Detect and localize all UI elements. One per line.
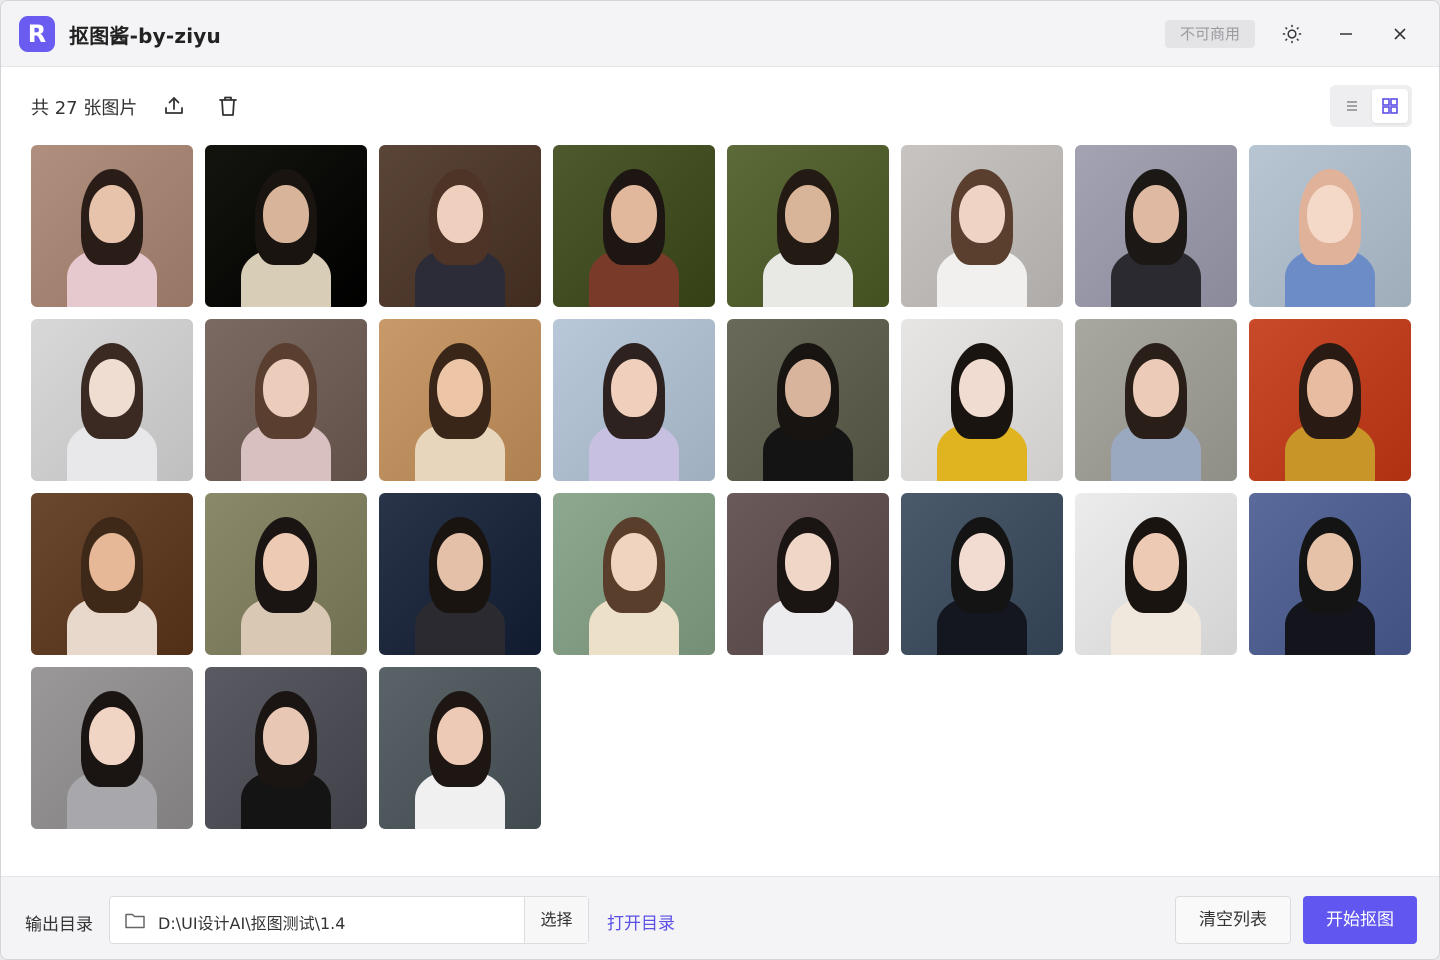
minimize-icon [1340,33,1352,35]
export-button[interactable] [161,93,187,119]
photo-figure-face [1307,185,1353,243]
grid-icon [1382,98,1398,114]
photo-figure-face [1133,359,1179,417]
photo-figure-face [959,533,1005,591]
photo-figure-face [263,359,309,417]
image-thumbnail[interactable] [901,319,1063,481]
image-thumbnail[interactable] [1249,319,1411,481]
close-icon [1394,28,1406,40]
view-mode-toggle [1330,85,1412,127]
image-thumbnail[interactable] [553,493,715,655]
grid-view-button[interactable] [1372,89,1408,123]
close-button[interactable] [1385,19,1415,49]
choose-dir-button[interactable]: 选择 [524,897,588,943]
delete-button[interactable] [215,93,241,119]
photo-figure-face [611,533,657,591]
photo-figure-face [263,533,309,591]
photo-figure-face [785,533,831,591]
image-thumbnail[interactable] [379,319,541,481]
image-thumbnail[interactable] [379,145,541,307]
image-thumbnail[interactable] [31,319,193,481]
photo-figure-face [611,359,657,417]
photo-figure-face [437,533,483,591]
image-thumbnail[interactable] [901,145,1063,307]
photo-figure-face [89,707,135,765]
image-thumbnail[interactable] [205,667,367,829]
image-thumbnail[interactable] [205,145,367,307]
photo-figure-face [785,185,831,243]
photo-figure-face [437,185,483,243]
photo-figure-face [959,185,1005,243]
image-thumbnail[interactable] [727,319,889,481]
image-thumbnail[interactable] [205,319,367,481]
app-title: 抠图酱-by-ziyu [69,24,221,48]
image-thumbnail[interactable] [1075,319,1237,481]
footer-bar: 输出目录 D:\UI设计AI\抠图测试\1.4 选择 打开目录 清空列表 开始抠… [1,876,1439,959]
image-thumbnail[interactable] [1249,493,1411,655]
list-view-button[interactable] [1334,89,1370,123]
photo-figure-face [263,707,309,765]
upload-icon [165,97,183,114]
app-logo: R [19,16,55,52]
photo-figure-face [785,359,831,417]
image-thumbnail[interactable] [727,145,889,307]
photo-figure-face [89,185,135,243]
theme-toggle-button[interactable] [1277,19,1307,49]
image-thumbnail[interactable] [31,667,193,829]
photo-figure-face [611,185,657,243]
image-thumbnail[interactable] [553,145,715,307]
sun-icon [1282,24,1302,44]
image-thumbnail[interactable] [1249,145,1411,307]
image-thumbnail[interactable] [379,493,541,655]
image-thumbnail[interactable] [205,493,367,655]
title-bar: R 抠图酱-by-ziyu 不可商用 [1,1,1439,67]
start-matting-button[interactable]: 开始抠图 [1303,896,1417,944]
image-thumbnail[interactable] [1075,493,1237,655]
app-window: R 抠图酱-by-ziyu 不可商用 共 27 张图片 输出目录 D:\UI设计… [0,0,1440,960]
photo-figure-face [89,533,135,591]
minimize-button[interactable] [1331,19,1361,49]
photo-figure-face [1133,185,1179,243]
trash-icon [219,96,237,116]
output-path-field[interactable]: D:\UI设计AI\抠图测试\1.4 选择 [109,896,589,944]
photo-figure-face [437,707,483,765]
output-dir-label: 输出目录 [25,915,93,935]
image-thumbnail[interactable] [901,493,1063,655]
clear-list-button[interactable]: 清空列表 [1175,896,1291,944]
image-grid [31,145,1411,829]
image-thumbnail[interactable] [31,145,193,307]
photo-figure-face [1307,359,1353,417]
photo-figure-face [959,359,1005,417]
photo-figure-face [437,359,483,417]
photo-figure-face [1133,533,1179,591]
image-thumbnail[interactable] [31,493,193,655]
image-thumbnail[interactable] [379,667,541,829]
list-icon [1347,101,1357,111]
photo-figure-face [89,359,135,417]
image-thumbnail[interactable] [1075,145,1237,307]
image-thumbnail[interactable] [553,319,715,481]
image-count: 共 27 张图片 [31,98,138,119]
photo-figure-face [263,185,309,243]
output-path-value: D:\UI设计AI\抠图测试\1.4 [158,914,346,933]
license-badge: 不可商用 [1165,20,1255,48]
image-thumbnail[interactable] [727,493,889,655]
open-dir-link[interactable]: 打开目录 [607,909,675,934]
folder-icon [125,913,145,929]
photo-figure-face [1307,533,1353,591]
